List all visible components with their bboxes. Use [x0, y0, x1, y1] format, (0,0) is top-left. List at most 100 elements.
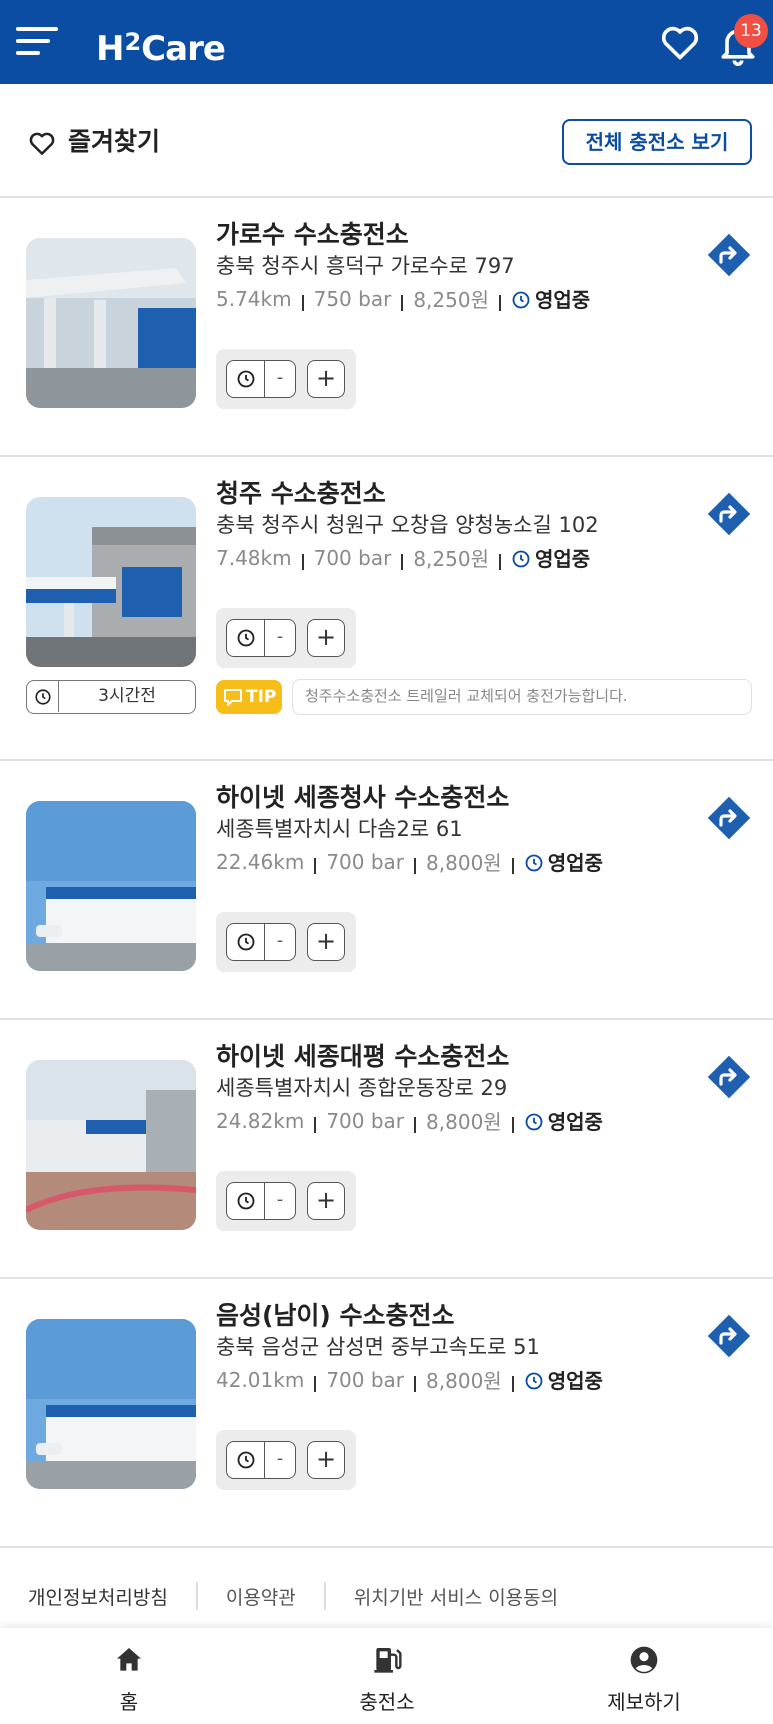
directions-icon[interactable]	[706, 491, 752, 537]
station-status: 영업중	[534, 288, 591, 312]
wait-time-group: -	[226, 619, 296, 657]
station-price: 8,800원	[426, 1369, 502, 1393]
divider	[511, 1375, 514, 1392]
plus-button[interactable]: +	[307, 1182, 345, 1220]
station-price: 8,800원	[426, 1110, 502, 1134]
menu-icon[interactable]	[16, 27, 58, 57]
wait-time-value: -	[276, 1189, 284, 1210]
charge-time-control: - +	[216, 349, 356, 409]
wait-time-group: -	[226, 360, 296, 398]
station-status: 영업중	[547, 1110, 603, 1134]
clock-icon	[227, 1442, 265, 1478]
station-name[interactable]: 음성(남이) 수소충전소	[216, 1296, 455, 1332]
plus-button[interactable]: +	[307, 923, 345, 961]
user-circle-icon	[630, 1646, 658, 1674]
favorites-title: 즐겨찾기	[68, 127, 161, 156]
clock-icon	[227, 924, 265, 960]
location-consent-link[interactable]: 위치기반 서비스 이용동의	[354, 1583, 558, 1610]
divider	[414, 1116, 417, 1133]
app-logo: H2Care	[96, 28, 226, 69]
station-distance: 22.46km	[216, 849, 305, 874]
directions-icon[interactable]	[706, 232, 752, 278]
bottom-nav: 홈 충전소 제보하기	[0, 1628, 773, 1724]
nav-report-label: 제보하기	[607, 1690, 681, 1714]
station-address: 충북 음성군 삼성면 중부고속도로 51	[216, 1335, 540, 1359]
plus-button[interactable]: +	[307, 619, 345, 657]
station-distance: 42.01km	[216, 1367, 305, 1392]
clock-icon	[512, 550, 530, 567]
station-address: 세종특별자치시 다솜2로 61	[216, 817, 463, 841]
station-name[interactable]: 하이넷 세종청사 수소충전소	[216, 778, 509, 814]
divider	[498, 294, 501, 311]
clock-icon	[525, 854, 543, 871]
station-price: 8,250원	[413, 547, 489, 571]
station-address: 충북 청주시 흥덕구 가로수로 797	[216, 254, 515, 278]
directions-icon[interactable]	[706, 1054, 752, 1100]
charge-time-control: - +	[216, 608, 356, 668]
nav-stations-label: 충전소	[359, 1690, 415, 1714]
station-price: 8,250원	[413, 288, 489, 312]
notification-badge: 13	[734, 14, 768, 48]
charge-time-control: - +	[216, 1171, 356, 1231]
station-distance: 7.48km	[216, 545, 292, 570]
wait-time-group: -	[226, 1182, 296, 1220]
station-pressure: 750 bar	[313, 286, 392, 311]
station-photo	[26, 1319, 196, 1489]
station-name[interactable]: 하이넷 세종대평 수소충전소	[216, 1037, 509, 1073]
tip-message: 청주수소충전소 트레일러 교체되어 충전가능합니다.	[292, 679, 752, 715]
divider	[314, 1375, 317, 1392]
heart-icon[interactable]	[658, 20, 702, 64]
wait-time-group: -	[226, 1441, 296, 1479]
updated-time-text: 3시간전	[98, 686, 156, 706]
terms-link[interactable]: 이용약관	[226, 1583, 296, 1610]
clock-icon	[512, 291, 530, 308]
divider	[414, 1375, 417, 1392]
station-name[interactable]: 가로수 수소충전소	[216, 215, 409, 251]
station-pressure: 700 bar	[326, 1367, 405, 1392]
station-pressure: 700 bar	[313, 545, 392, 570]
nav-stations[interactable]: 충전소	[297, 1628, 477, 1724]
nav-report[interactable]: 제보하기	[554, 1628, 734, 1724]
station-card[interactable]: 가로수 수소충전소 충북 청주시 흥덕구 가로수로 797 5.74km 750…	[0, 198, 773, 457]
station-meta: 24.82km 700 bar 8,800원 영업중	[216, 1106, 603, 1135]
charge-time-control: - +	[216, 912, 356, 972]
plus-button[interactable]: +	[307, 360, 345, 398]
updated-time-pill: 3시간전	[26, 680, 196, 714]
clock-icon	[227, 361, 265, 397]
station-photo	[26, 497, 196, 667]
nav-home[interactable]: 홈	[39, 1628, 219, 1724]
home-icon	[117, 1648, 141, 1671]
divider	[401, 294, 404, 311]
divider	[323, 1582, 326, 1610]
station-card[interactable]: 음성(남이) 수소충전소 충북 음성군 삼성면 중부고속도로 51 42.01k…	[0, 1279, 773, 1548]
station-address: 충북 청주시 청원구 오창읍 양청농소길 102	[216, 513, 599, 537]
station-meta: 5.74km 750 bar 8,250원 영업중	[216, 284, 590, 313]
station-card[interactable]: 하이넷 세종청사 수소충전소 세종특별자치시 다솜2로 61 22.46km 7…	[0, 761, 773, 1020]
station-address: 세종특별자치시 종합운동장로 29	[216, 1076, 508, 1100]
station-status: 영업중	[547, 1369, 603, 1393]
divider	[511, 857, 514, 874]
directions-icon[interactable]	[706, 1313, 752, 1359]
plus-button[interactable]: +	[307, 1441, 345, 1479]
station-meta: 7.48km 700 bar 8,250원 영업중	[216, 543, 590, 572]
divider	[511, 1116, 514, 1133]
station-pressure: 700 bar	[326, 1108, 405, 1133]
charge-time-control: - +	[216, 1430, 356, 1490]
station-card[interactable]: 하이넷 세종대평 수소충전소 세종특별자치시 종합운동장로 29 24.82km…	[0, 1020, 773, 1279]
chat-bubble-icon	[224, 689, 242, 706]
top-app-bar: H2Care 13	[0, 0, 773, 84]
directions-icon[interactable]	[706, 795, 752, 841]
station-card[interactable]: 청주 수소충전소 충북 청주시 청원구 오창읍 양청농소길 102 7.48km…	[0, 457, 773, 761]
station-status: 영업중	[547, 851, 603, 875]
heart-icon	[29, 132, 55, 155]
station-status: 영업중	[534, 547, 591, 571]
privacy-policy-link[interactable]: 개인정보처리방침	[28, 1583, 168, 1610]
station-name[interactable]: 청주 수소충전소	[216, 474, 386, 510]
station-photo	[26, 801, 196, 971]
tip-label: TIP	[246, 687, 277, 707]
clock-icon	[27, 681, 59, 712]
view-all-stations-button[interactable]: 전체 충전소 보기	[562, 119, 752, 165]
divider	[195, 1582, 198, 1610]
clock-icon	[525, 1113, 543, 1130]
divider	[401, 553, 404, 570]
